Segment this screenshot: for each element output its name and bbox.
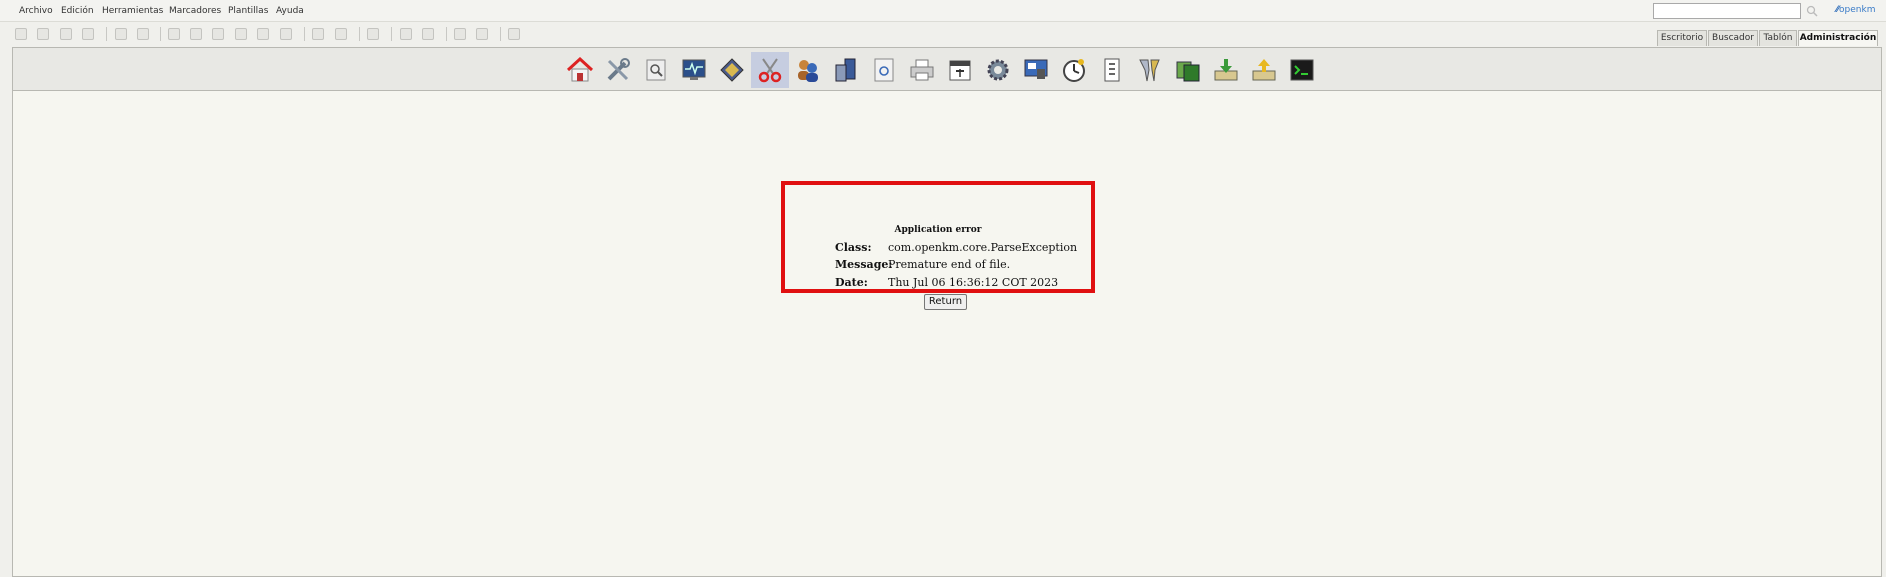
tb-checkout-icon[interactable] bbox=[168, 28, 180, 40]
diamond-icon[interactable] bbox=[713, 52, 751, 88]
document-search-icon[interactable] bbox=[865, 52, 903, 88]
folders-icon[interactable] bbox=[1169, 52, 1207, 88]
scissors-icon[interactable] bbox=[751, 52, 789, 88]
error-panel: Application error Class: com.openkm.core… bbox=[781, 181, 1095, 293]
tb-separator bbox=[160, 27, 161, 41]
users-icon[interactable] bbox=[789, 52, 827, 88]
search-icon[interactable] bbox=[637, 52, 675, 88]
openkm-logo: ⁄⁄openkm bbox=[1836, 5, 1875, 15]
tb-home-icon[interactable] bbox=[476, 28, 488, 40]
tb-separator bbox=[446, 27, 447, 41]
printer-icon[interactable] bbox=[903, 52, 941, 88]
filter-icon[interactable] bbox=[1131, 52, 1169, 88]
download-icon[interactable] bbox=[1207, 52, 1245, 88]
tb-cancel-icon[interactable] bbox=[212, 28, 224, 40]
document-toolbar bbox=[0, 22, 1886, 46]
tb-document-icon[interactable] bbox=[37, 28, 49, 40]
administration-panel bbox=[12, 47, 1882, 577]
error-class-value: com.openkm.core.ParseException bbox=[888, 241, 1078, 254]
search-icon[interactable] bbox=[1805, 4, 1819, 18]
tb-separator bbox=[500, 27, 501, 41]
tb-folder-icon[interactable] bbox=[15, 28, 27, 40]
error-class-label: Class: bbox=[835, 241, 872, 254]
tb-edit-icon[interactable] bbox=[257, 28, 269, 40]
tb-add-icon[interactable] bbox=[235, 28, 247, 40]
tb-separator bbox=[106, 27, 107, 41]
tb-unlock-icon[interactable] bbox=[137, 28, 149, 40]
error-date-value: Thu Jul 06 16:36:12 COT 2023 bbox=[888, 276, 1059, 289]
tb-mail-attach-icon[interactable] bbox=[335, 28, 347, 40]
menu-archivo[interactable]: Archivo bbox=[19, 6, 53, 16]
logo-text: openkm bbox=[1839, 5, 1876, 15]
tab-buscador[interactable]: Buscador bbox=[1708, 30, 1758, 46]
tb-separator bbox=[391, 27, 392, 41]
tb-lock-icon[interactable] bbox=[115, 28, 127, 40]
menu-marcadores[interactable]: Marcadores bbox=[169, 6, 221, 16]
tb-separator bbox=[304, 27, 305, 41]
menu-edicion[interactable]: Edición bbox=[61, 6, 94, 16]
tab-administracion[interactable]: Administración bbox=[1798, 30, 1878, 46]
tb-scanner-icon[interactable] bbox=[400, 28, 412, 40]
database-icon[interactable] bbox=[827, 52, 865, 88]
tb-upload-icon[interactable] bbox=[422, 28, 434, 40]
tb-print-icon[interactable] bbox=[82, 28, 94, 40]
list-icon[interactable] bbox=[1093, 52, 1131, 88]
error-message-value: Premature end of file. bbox=[888, 258, 1011, 271]
menu-bar: Archivo Edición Herramientas Marcadores … bbox=[0, 0, 1886, 22]
clock-icon[interactable] bbox=[1055, 52, 1093, 88]
calendar-icon[interactable] bbox=[941, 52, 979, 88]
tab-escritorio[interactable]: Escritorio bbox=[1657, 30, 1707, 46]
tools-icon[interactable] bbox=[599, 52, 637, 88]
monitor-icon[interactable] bbox=[675, 52, 713, 88]
tb-misc-icon[interactable] bbox=[508, 28, 520, 40]
upload-icon[interactable] bbox=[1245, 52, 1283, 88]
tb-checkin-icon[interactable] bbox=[190, 28, 202, 40]
tb-separator bbox=[359, 27, 360, 41]
screen-icon[interactable] bbox=[1017, 52, 1055, 88]
tb-copy-icon[interactable] bbox=[60, 28, 72, 40]
tb-delete-icon[interactable] bbox=[280, 28, 292, 40]
tb-refresh-icon[interactable] bbox=[454, 28, 466, 40]
tb-workflow-icon[interactable] bbox=[367, 28, 379, 40]
home-icon[interactable] bbox=[561, 52, 599, 88]
error-message-label: Message: bbox=[835, 258, 893, 271]
menu-ayuda[interactable]: Ayuda bbox=[276, 6, 304, 16]
error-date-label: Date: bbox=[835, 276, 868, 289]
tab-tablon[interactable]: Tablón bbox=[1759, 30, 1797, 46]
menu-plantillas[interactable]: Plantillas bbox=[228, 6, 268, 16]
menu-herramientas[interactable]: Herramientas bbox=[102, 6, 163, 16]
admin-toolbar bbox=[13, 48, 1881, 91]
error-title: Application error bbox=[894, 225, 982, 235]
search-input[interactable] bbox=[1653, 3, 1801, 19]
return-button[interactable]: Return bbox=[924, 294, 967, 310]
gear-icon[interactable] bbox=[979, 52, 1017, 88]
tb-mail-icon[interactable] bbox=[312, 28, 324, 40]
terminal-icon[interactable] bbox=[1283, 52, 1321, 88]
